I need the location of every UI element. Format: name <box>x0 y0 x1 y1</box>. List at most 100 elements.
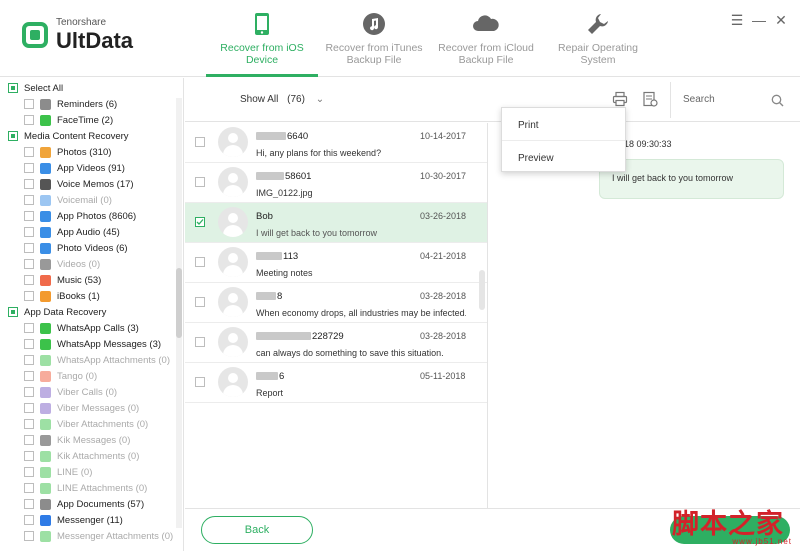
item-checkbox[interactable] <box>24 355 34 365</box>
sidebar-category[interactable]: Media Content Recovery <box>0 128 183 144</box>
sidebar-item[interactable]: App Documents (57) <box>0 496 183 512</box>
message-row[interactable]: 113 04-21-2018 Meeting notes <box>185 243 487 283</box>
menu-icon[interactable]: ☰ <box>730 12 744 29</box>
message-list-scrollbar[interactable] <box>479 270 485 310</box>
item-checkbox[interactable] <box>24 403 34 413</box>
message-date: 10-30-2017 <box>420 171 467 181</box>
sidebar-item[interactable]: WhatsApp Attachments (0) <box>0 352 183 368</box>
minimize-icon[interactable]: — <box>752 12 766 29</box>
preview-menu-item[interactable]: Preview <box>502 140 625 172</box>
sidebar-item[interactable]: Viber Messages (0) <box>0 400 183 416</box>
sidebar-item[interactable]: WhatsApp Calls (3) <box>0 320 183 336</box>
item-checkbox[interactable] <box>24 467 34 477</box>
category-checkbox[interactable] <box>8 131 18 141</box>
item-checkbox[interactable] <box>24 499 34 509</box>
sidebar-item[interactable]: Reminders (6) <box>0 96 183 112</box>
item-checkbox[interactable] <box>24 531 34 541</box>
sidebar-item[interactable]: Tango (0) <box>0 368 183 384</box>
line-attachments-icon <box>40 482 51 494</box>
item-checkbox[interactable] <box>24 371 34 381</box>
printer-icon[interactable] <box>612 91 628 107</box>
sidebar-item-label: LINE (0) <box>57 466 93 478</box>
sidebar-item[interactable]: Photo Videos (6) <box>0 240 183 256</box>
tab-repair-os[interactable]: Repair Operating System <box>542 0 654 77</box>
search-input[interactable] <box>683 94 763 105</box>
sidebar-item[interactable]: Viber Attachments (0) <box>0 416 183 432</box>
sidebar-item[interactable]: App Photos (8606) <box>0 208 183 224</box>
search-icon[interactable] <box>771 94 784 107</box>
show-all-filter[interactable]: Show All (76) ⌄ <box>240 94 324 105</box>
message-checkbox[interactable] <box>195 177 205 187</box>
message-checkbox[interactable] <box>195 217 205 227</box>
item-checkbox[interactable] <box>24 339 34 349</box>
sidebar-item[interactable]: Viber Calls (0) <box>0 384 183 400</box>
select-all-checkbox[interactable] <box>8 83 18 93</box>
message-checkbox[interactable] <box>195 377 205 387</box>
sidebar-scrollbar[interactable] <box>176 98 182 528</box>
message-checkbox[interactable] <box>195 257 205 267</box>
item-checkbox[interactable] <box>24 243 34 253</box>
message-checkbox[interactable] <box>195 297 205 307</box>
message-checkbox[interactable] <box>195 337 205 347</box>
message-preview: Report <box>256 388 284 398</box>
print-menu-item[interactable]: Print <box>502 108 625 140</box>
item-checkbox[interactable] <box>24 195 34 205</box>
tab-recover-itunes[interactable]: Recover from iTunes Backup File <box>318 0 430 77</box>
item-checkbox[interactable] <box>24 483 34 493</box>
sidebar-item[interactable]: WhatsApp Messages (3) <box>0 336 183 352</box>
item-checkbox[interactable] <box>24 435 34 445</box>
whatsapp-attachments-icon <box>40 354 51 366</box>
sidebar-item[interactable]: Photos (310) <box>0 144 183 160</box>
message-row[interactable]: 8 03-28-2018 When economy drops, all indus… <box>185 283 487 323</box>
line-icon <box>40 466 51 478</box>
item-checkbox[interactable] <box>24 323 34 333</box>
sidebar-item[interactable]: Music (53) <box>0 272 183 288</box>
message-checkbox[interactable] <box>195 137 205 147</box>
sidebar-item-label: App Audio (45) <box>57 226 120 238</box>
item-checkbox[interactable] <box>24 291 34 301</box>
sidebar-item[interactable]: FaceTime (2) <box>0 112 183 128</box>
export-settings-icon[interactable] <box>642 91 658 107</box>
message-row[interactable]: 228729 03-28-2018 can always do something … <box>185 323 487 363</box>
item-checkbox[interactable] <box>24 387 34 397</box>
message-row[interactable]: 6640 10-14-2017 Hi, any plans for this wee… <box>185 123 487 163</box>
sidebar-item[interactable]: Messenger Attachments (0) <box>0 528 183 544</box>
sidebar-item[interactable]: LINE (0) <box>0 464 183 480</box>
category-checkbox[interactable] <box>8 307 18 317</box>
item-checkbox[interactable] <box>24 515 34 525</box>
item-checkbox[interactable] <box>24 179 34 189</box>
close-icon[interactable]: ✕ <box>774 12 788 29</box>
sidebar-item[interactable]: Kik Messages (0) <box>0 432 183 448</box>
message-row[interactable]: 58601 10-30-2017 IMG_0122.jpg <box>185 163 487 203</box>
select-all-row[interactable]: Select All <box>0 80 183 96</box>
sidebar-item[interactable]: Voicemail (0) <box>0 192 183 208</box>
app-logo: Tenorshare UltData <box>22 18 133 52</box>
sidebar-item[interactable]: iBooks (1) <box>0 288 183 304</box>
item-checkbox[interactable] <box>24 227 34 237</box>
sidebar-item[interactable]: Kik Attachments (0) <box>0 448 183 464</box>
item-checkbox[interactable] <box>24 163 34 173</box>
tab-recover-icloud[interactable]: Recover from iCloud Backup File <box>430 0 542 77</box>
sidebar-category[interactable]: App Data Recovery <box>0 304 183 320</box>
tab-label: Repair Operating System <box>558 42 638 66</box>
item-checkbox[interactable] <box>24 211 34 221</box>
back-button[interactable]: Back <box>201 516 313 544</box>
sidebar-item[interactable]: App Videos (91) <box>0 160 183 176</box>
item-checkbox[interactable] <box>24 419 34 429</box>
sidebar-item[interactable]: App Audio (45) <box>0 224 183 240</box>
item-checkbox[interactable] <box>24 115 34 125</box>
sidebar-item-label: LINE Attachments (0) <box>57 482 148 494</box>
message-row[interactable]: 6 05-11-2018 Report <box>185 363 487 403</box>
message-row[interactable]: Bob 03-26-2018 I will get back to you tomo… <box>185 203 487 243</box>
sidebar-item[interactable]: Voice Memos (17) <box>0 176 183 192</box>
item-checkbox[interactable] <box>24 451 34 461</box>
item-checkbox[interactable] <box>24 147 34 157</box>
sidebar-item[interactable]: LINE Attachments (0) <box>0 480 183 496</box>
item-checkbox[interactable] <box>24 99 34 109</box>
sidebar-item[interactable]: Messenger (11) <box>0 512 183 528</box>
sidebar-scrollbar-thumb[interactable] <box>176 268 182 338</box>
item-checkbox[interactable] <box>24 259 34 269</box>
sidebar-item[interactable]: Videos (0) <box>0 256 183 272</box>
tab-recover-ios-device[interactable]: Recover from iOS Device <box>206 0 318 77</box>
item-checkbox[interactable] <box>24 275 34 285</box>
